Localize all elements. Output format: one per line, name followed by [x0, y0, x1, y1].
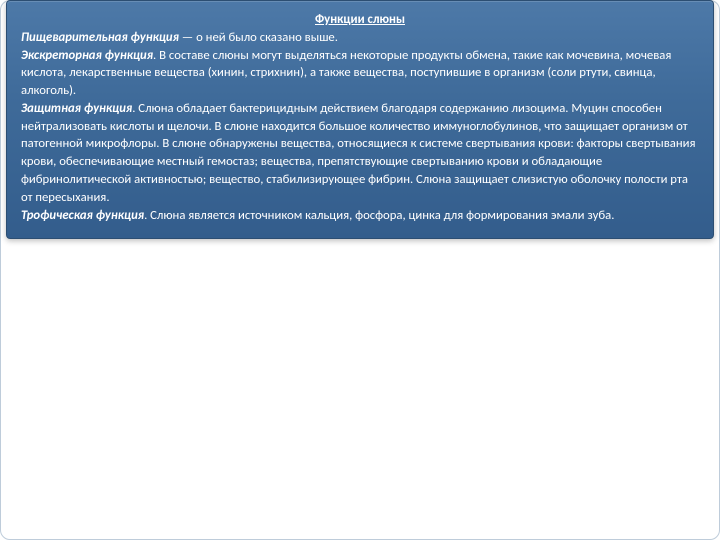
- paragraph-excretory: Экскреторная функция. В составе слюны мо…: [21, 47, 699, 100]
- text-digestive: — о ней было сказано выше.: [179, 30, 338, 45]
- text-protective: . Слюна обладает бактерицидным действием…: [21, 101, 696, 205]
- paragraph-protective: Защитная функция. Слюна обладает бактери…: [21, 100, 699, 207]
- paragraph-digestive: Пищеварительная функция — о ней было ска…: [21, 29, 699, 47]
- text-trophic: . Слюна является источником кальция, фос…: [144, 208, 614, 223]
- slide-title: Функции слюны: [21, 11, 699, 29]
- label-trophic: Трофическая функция: [21, 208, 144, 223]
- label-digestive: Пищеварительная функция: [21, 30, 179, 45]
- paragraph-trophic: Трофическая функция. Слюна является исто…: [21, 207, 699, 225]
- content-box: Функции слюны Пищеварительная функция — …: [6, 0, 714, 239]
- label-protective: Защитная функция: [21, 101, 132, 116]
- label-excretory: Экскреторная функция: [21, 48, 153, 63]
